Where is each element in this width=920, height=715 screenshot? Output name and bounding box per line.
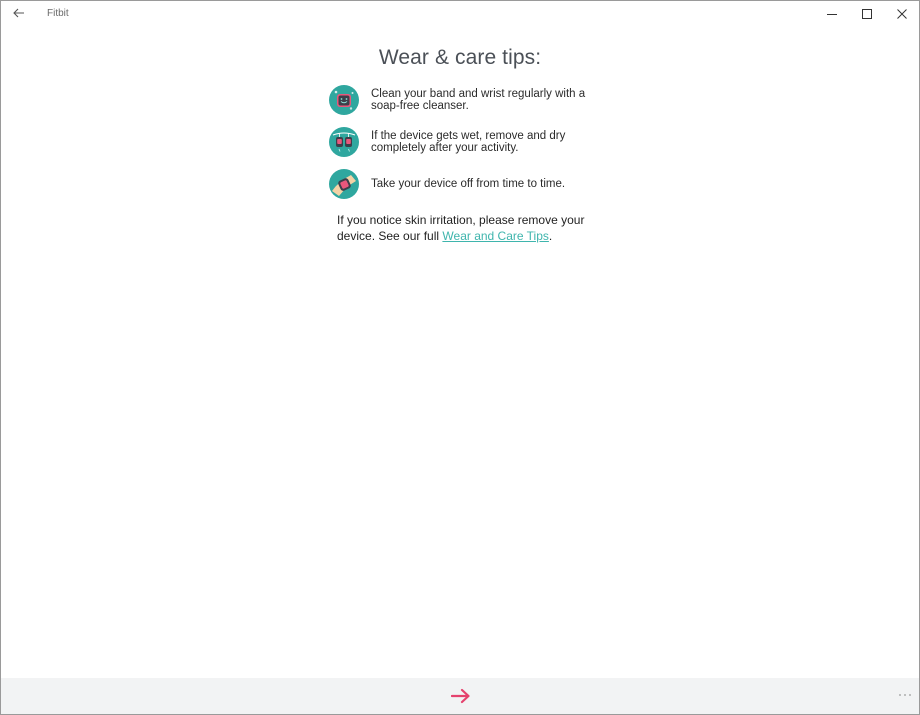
tip-text: Clean your band and wrist regularly with…: [371, 88, 586, 112]
arrow-right-icon: [451, 688, 470, 704]
maximize-button[interactable]: [849, 1, 884, 27]
take-off-device-icon: [329, 169, 359, 199]
back-button[interactable]: [7, 3, 31, 23]
title-bar: Fitbit: [1, 1, 919, 27]
app-title: Fitbit: [47, 8, 69, 19]
tip-item: Clean your band and wrist regularly with…: [329, 84, 609, 126]
tip-text: Take your device off from time to time.: [371, 178, 566, 190]
tip-text: If the device gets wet, remove and dry c…: [371, 130, 566, 154]
more-options-button[interactable]: [895, 688, 915, 702]
more-icon: [899, 694, 911, 696]
close-icon: [896, 9, 907, 19]
minimize-button[interactable]: [814, 1, 849, 27]
minimize-icon: [826, 14, 837, 15]
arrow-left-icon: [13, 8, 24, 18]
next-button[interactable]: [447, 683, 475, 709]
wet-device-icon: [329, 127, 359, 157]
clean-band-icon: [329, 85, 359, 115]
app-window: Fitbit Wear & care tips: Clean your band…: [0, 0, 920, 715]
note-suffix: .: [548, 229, 553, 243]
window-controls: [814, 1, 919, 27]
tips-list: Clean your band and wrist regularly with…: [329, 84, 609, 210]
irritation-note: If you notice skin irritation, please re…: [337, 212, 597, 244]
tip-item: Take your device off from time to time.: [329, 168, 609, 210]
wear-and-care-tips-link[interactable]: Wear and Care Tips: [442, 229, 549, 243]
bottom-app-bar: [1, 678, 919, 714]
close-button[interactable]: [884, 1, 919, 27]
maximize-icon: [861, 9, 872, 19]
tip-item: If the device gets wet, remove and dry c…: [329, 126, 609, 168]
page-title: Wear & care tips:: [378, 46, 542, 69]
